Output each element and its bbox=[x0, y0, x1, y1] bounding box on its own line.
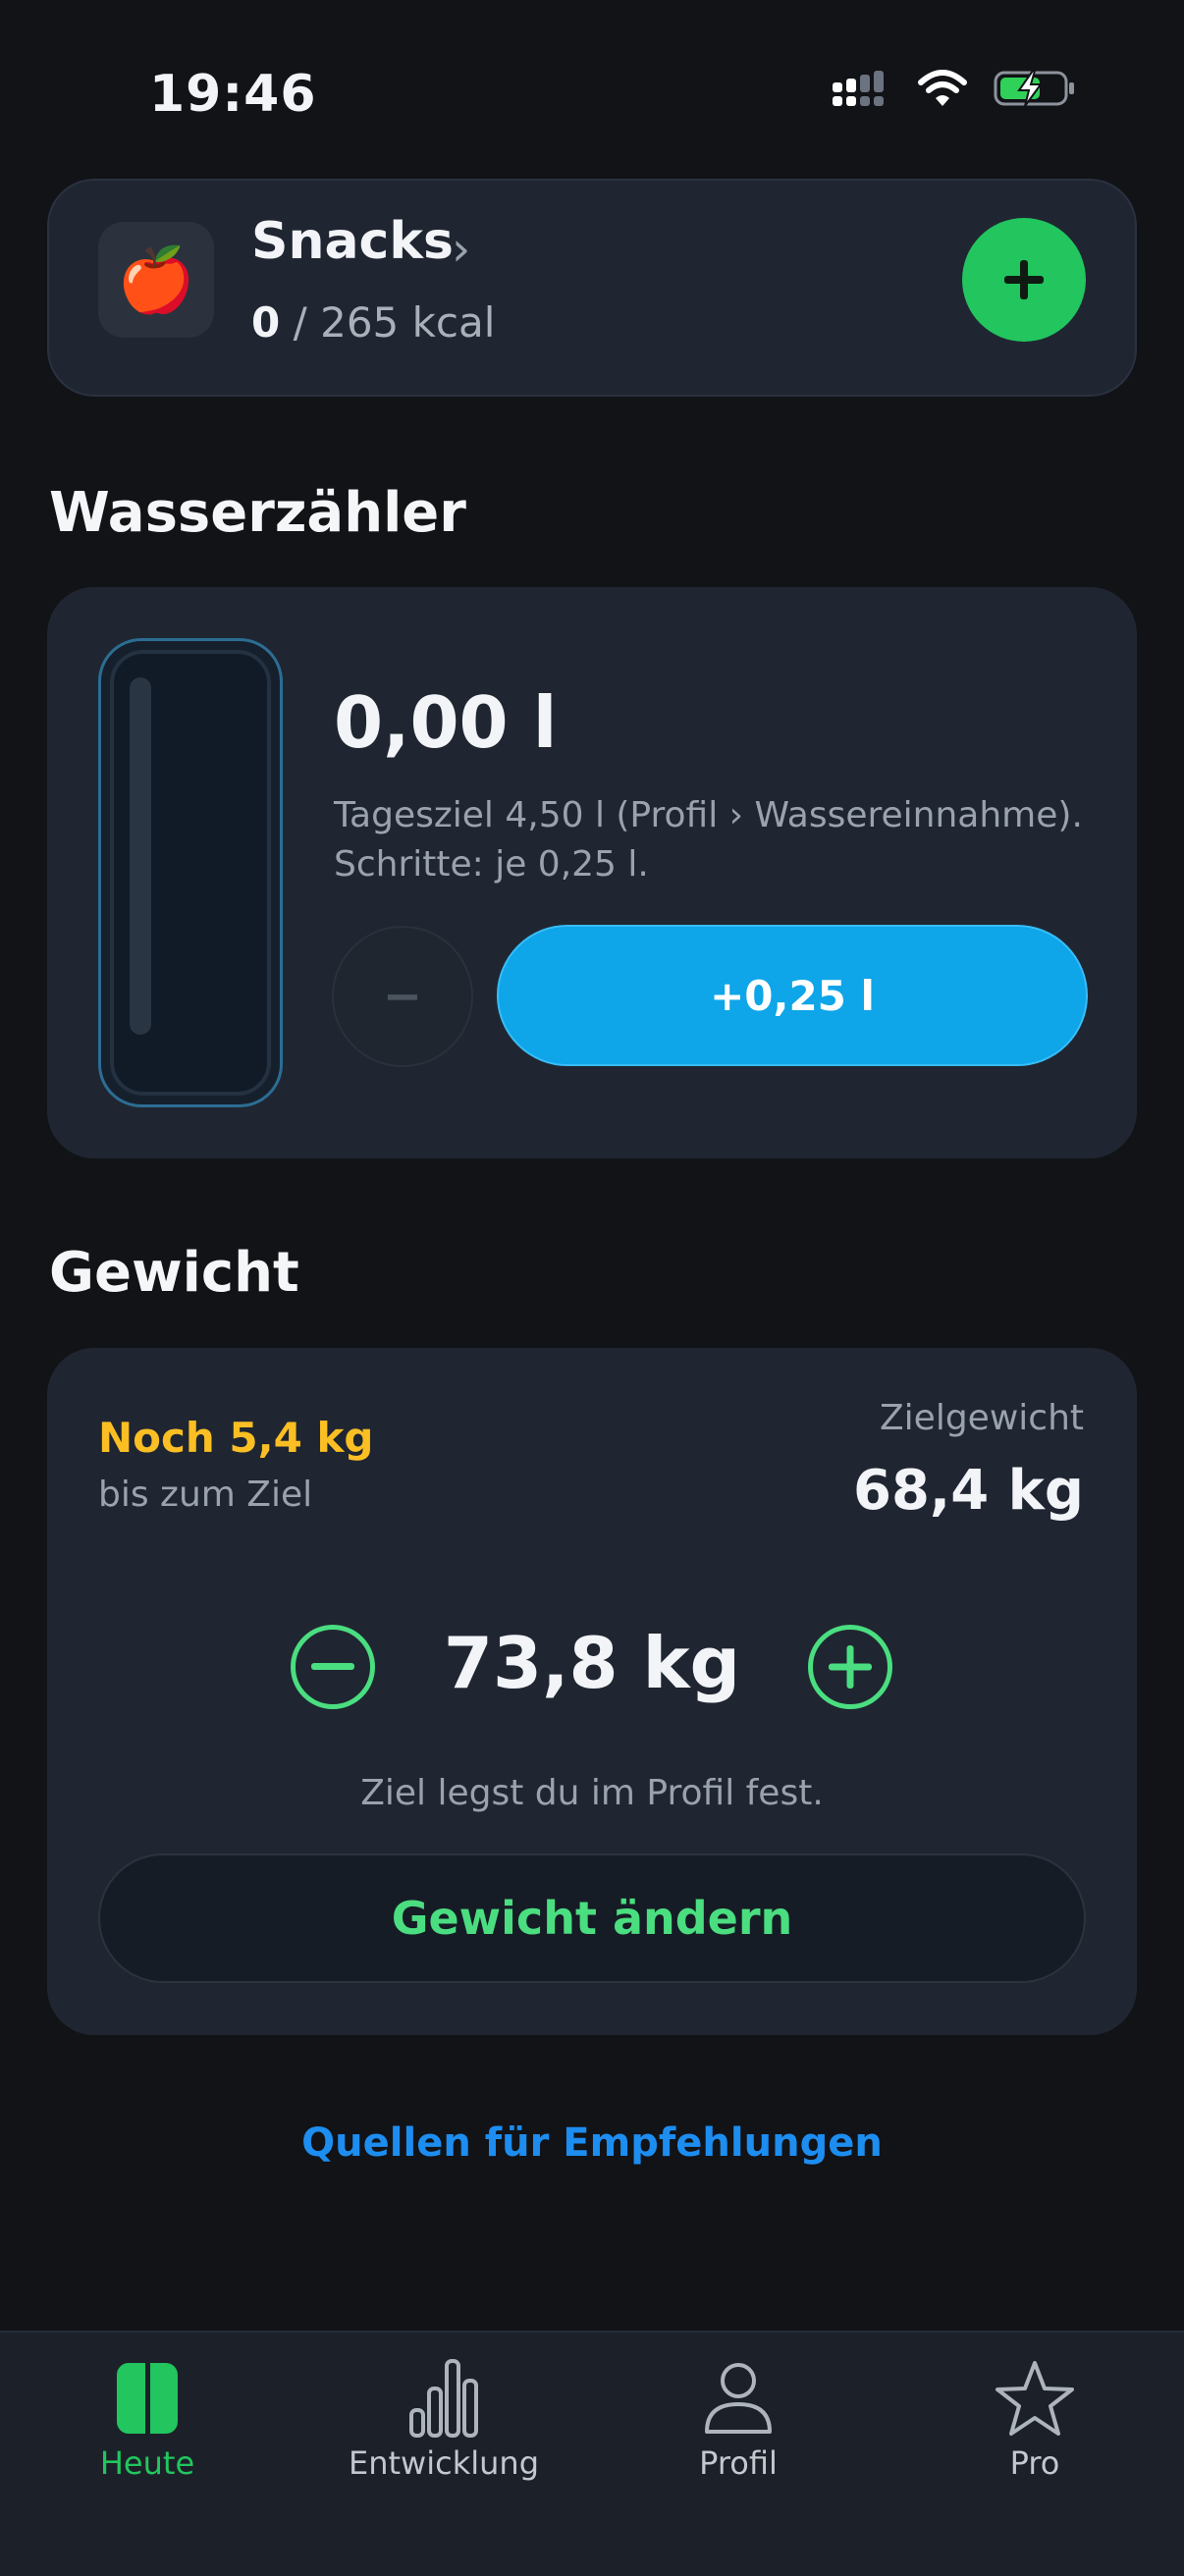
change-weight-button[interactable]: Gewicht ändern bbox=[98, 1853, 1086, 1983]
weight-remaining: Noch 5,4 kg bbox=[98, 1414, 374, 1462]
water-amount: 0,00 l bbox=[334, 681, 558, 764]
weight-decrease-button[interactable] bbox=[291, 1625, 375, 1709]
calories-goal: / 265 kcal bbox=[293, 298, 496, 347]
battery-charging-icon bbox=[994, 70, 1074, 107]
tab-profile-label: Profil bbox=[699, 2444, 778, 2482]
minus-icon: − bbox=[382, 969, 423, 1024]
snack-emoji-tile: 🍎 bbox=[98, 222, 214, 338]
sources-link[interactable]: Quellen für Empfehlungen bbox=[0, 2120, 1184, 2166]
tab-pro-label: Pro bbox=[1009, 2444, 1060, 2482]
tab-today-label: Heute bbox=[99, 2444, 195, 2482]
add-snack-button[interactable] bbox=[962, 218, 1086, 342]
water-goal-description: Tagesziel 4,50 l (Profil › Wassereinnahm… bbox=[334, 795, 1083, 885]
apple-icon: 🍎 bbox=[117, 243, 195, 317]
minus-circle-icon bbox=[311, 1663, 354, 1670]
bar-chart-icon bbox=[409, 2359, 478, 2438]
today-icon bbox=[117, 2363, 178, 2434]
tab-today[interactable]: Heute bbox=[29, 2356, 265, 2482]
plus-icon bbox=[1004, 260, 1044, 299]
wifi-icon bbox=[918, 70, 967, 106]
weight-remaining-sub: bis zum Ziel bbox=[98, 1475, 313, 1515]
weight-hint: Ziel legst du im Profil fest. bbox=[360, 1773, 824, 1813]
person-icon bbox=[705, 2363, 772, 2434]
tab-progress-label: Entwicklung bbox=[349, 2444, 539, 2482]
status-icons bbox=[833, 69, 1076, 108]
meal-title[interactable]: Snacks bbox=[251, 212, 454, 271]
tab-profile[interactable]: Profil bbox=[620, 2356, 856, 2482]
water-bottle-shine bbox=[130, 677, 151, 1035]
target-weight-label: Zielgewicht bbox=[880, 1398, 1084, 1438]
water-section-title: Wasserzähler bbox=[49, 481, 466, 545]
status-time: 19:46 bbox=[149, 65, 317, 124]
tab-progress[interactable]: Entwicklung bbox=[326, 2356, 562, 2482]
chevron-right-icon: › bbox=[452, 222, 471, 277]
weight-section-title: Gewicht bbox=[49, 1241, 299, 1305]
cellular-signal-icon bbox=[833, 71, 884, 106]
star-icon bbox=[996, 2361, 1074, 2436]
water-decrease-button[interactable]: − bbox=[332, 926, 473, 1067]
target-weight-value: 68,4 kg bbox=[853, 1459, 1084, 1523]
plus-circle-icon bbox=[829, 1645, 872, 1689]
tab-pro[interactable]: Pro bbox=[917, 2356, 1153, 2482]
water-add-button[interactable]: +0,25 l bbox=[497, 925, 1088, 1066]
weight-increase-button[interactable] bbox=[808, 1625, 892, 1709]
meal-calories: 0 / 265 kcal bbox=[251, 298, 495, 347]
calories-current: 0 bbox=[251, 298, 281, 347]
current-weight: 73,8 kg bbox=[443, 1622, 741, 1704]
